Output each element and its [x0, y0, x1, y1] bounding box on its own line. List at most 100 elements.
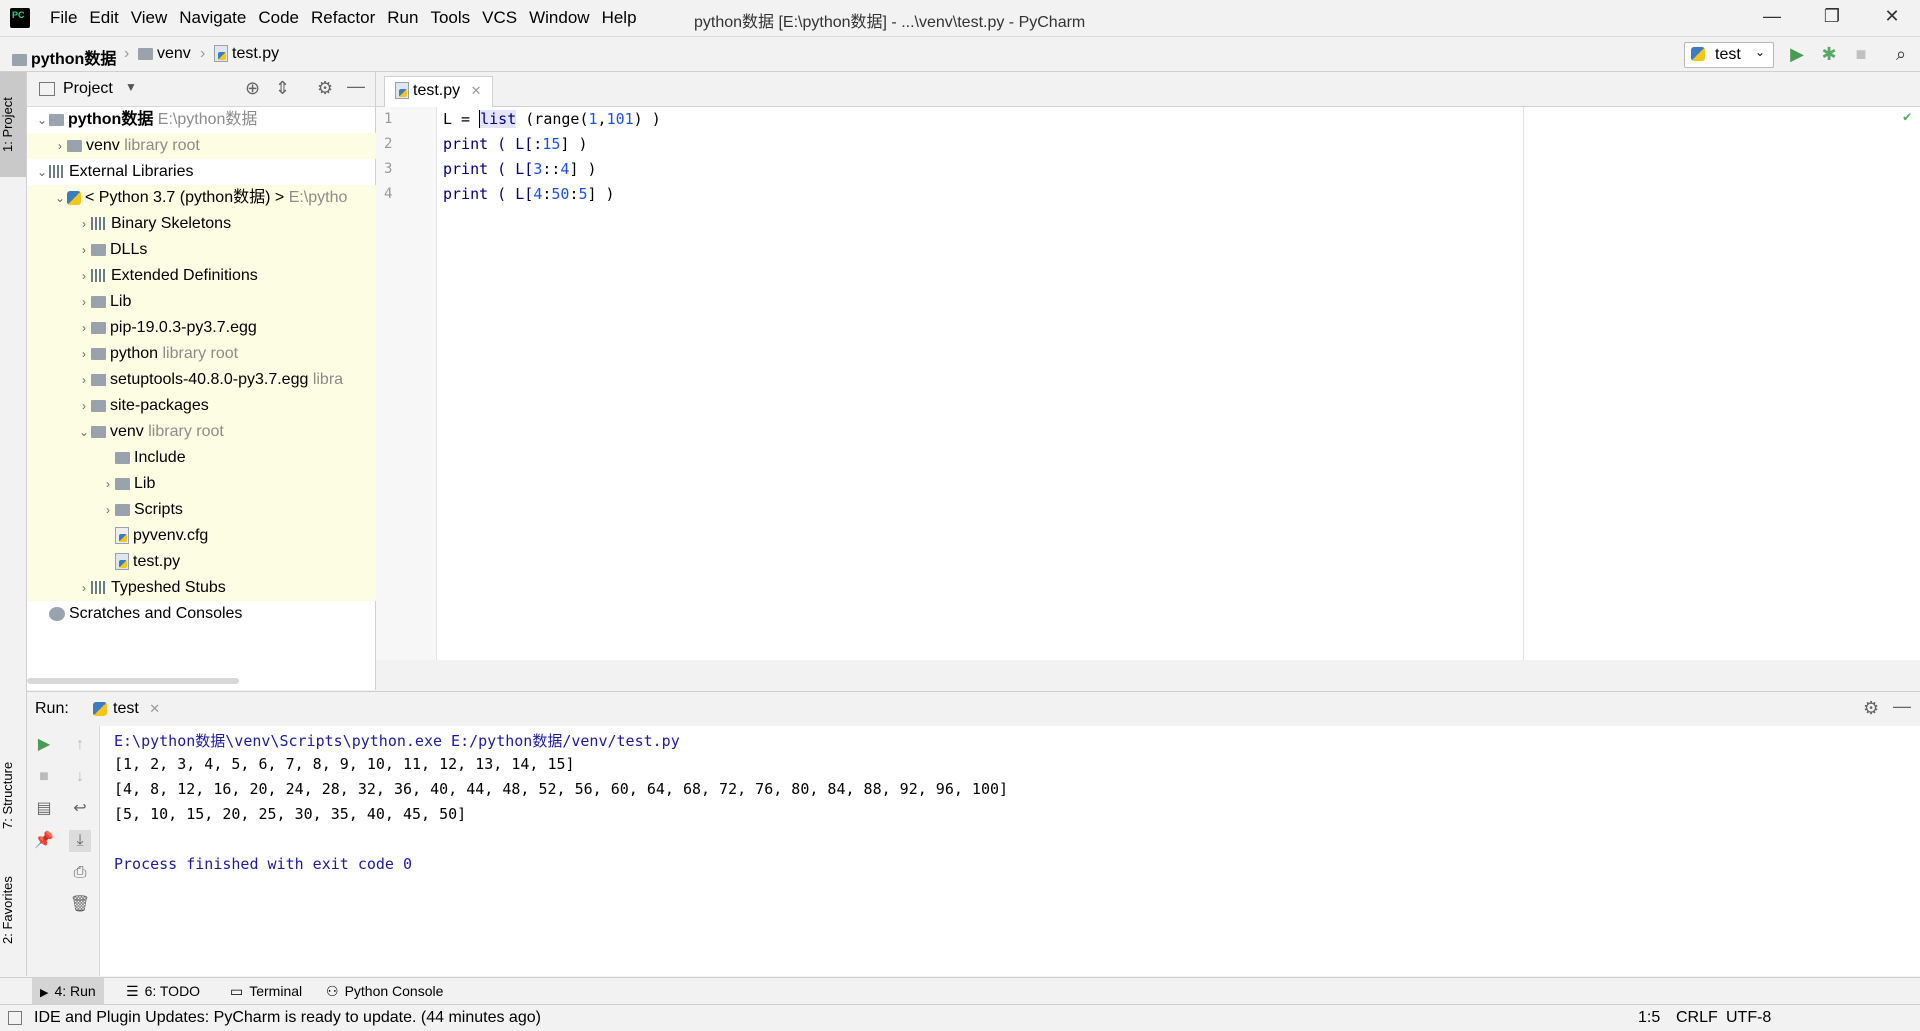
tab-python-console[interactable]: ⚇ Python Console [318, 978, 451, 1004]
tree-item-pip-egg[interactable]: › pip-19.0.3-py3.7.egg [27, 315, 425, 341]
tree-item-extended-definitions[interactable]: › Extended Definitions [27, 263, 425, 289]
folder-icon [91, 347, 106, 360]
collapse-all-icon[interactable]: ⇕ [275, 78, 290, 99]
stop-icon[interactable]: ■ [33, 766, 55, 788]
tree-item-project-root[interactable]: ⌄ python数据 E:\python数据 [27, 107, 383, 133]
minimize-icon[interactable]: — [1760, 6, 1784, 30]
run-configuration-select[interactable]: test ⌄ [1684, 42, 1774, 68]
folder-icon [91, 243, 106, 256]
up-arrow-icon[interactable]: ↑ [69, 734, 91, 756]
tab-run-test[interactable]: test ✕ [93, 700, 160, 718]
tab-project[interactable]: 1: Project [0, 72, 26, 177]
tab-terminal[interactable]: ▭ Terminal [222, 978, 310, 1004]
hide-icon[interactable]: — [347, 76, 365, 97]
menu-view[interactable]: View [129, 8, 178, 28]
status-bar: IDE and Plugin Updates: PyCharm is ready… [0, 1004, 1920, 1031]
editor-tab-bar: test.py ✕ [376, 72, 1920, 110]
down-arrow-icon[interactable]: ↓ [69, 766, 91, 788]
breadcrumb-project[interactable]: python数据 [12, 45, 116, 69]
tab-todo[interactable]: ☰ 6: TODO [118, 978, 208, 1004]
restore-icon[interactable]: ❐ [1820, 6, 1844, 30]
print-icon[interactable]: ⎙ [69, 862, 91, 884]
inspection-ok-icon: ✔ [1903, 109, 1912, 125]
tree-item-lib[interactable]: › Lib [27, 289, 425, 315]
trash-icon[interactable]: 🗑 [69, 894, 91, 916]
soft-wrap-icon[interactable]: ↩ [69, 798, 91, 820]
menu-window[interactable]: Window [527, 8, 599, 28]
breadcrumb-folder[interactable]: venv [138, 45, 191, 63]
chevron-down-icon[interactable]: ▼ [125, 80, 137, 94]
locate-icon[interactable]: ⊕ [245, 78, 260, 99]
folder-icon [91, 425, 106, 438]
menu-tools[interactable]: Tools [428, 8, 480, 28]
folder-icon [115, 451, 130, 464]
run-icon: ▶ [40, 987, 49, 999]
tree-item-venv[interactable]: › venv library root [27, 133, 401, 159]
tree-item-typeshed-stubs[interactable]: › Typeshed Stubs [27, 575, 425, 601]
pin-icon[interactable]: 📌 [33, 830, 55, 852]
tree-item-venv-lib[interactable]: ⌄ venv library root [27, 419, 425, 445]
tab-test-py[interactable]: test.py ✕ [384, 76, 493, 110]
gear-icon[interactable]: ⚙ [317, 78, 333, 99]
tree-item-setuptools-egg[interactable]: › setuptools-40.8.0-py3.7.egg libra [27, 367, 425, 393]
tab-favorites[interactable]: 2: Favorites [0, 860, 26, 960]
code-editor[interactable]: L = list (range(1,101) ) print ( L[:15] … [437, 107, 1920, 660]
run-panel-header: Run: test ✕ ⚙ — [27, 691, 1920, 727]
run-icon[interactable]: ▶ [1786, 43, 1808, 65]
close-tab-icon[interactable]: ✕ [149, 701, 160, 716]
tree-item-python-sdk[interactable]: ⌄ < Python 3.7 (python数据) > E:\pytho [27, 185, 401, 211]
python-icon [1691, 47, 1705, 61]
run-console[interactable]: E:\python数据\venv\Scripts\python.exe E:/p… [100, 726, 1920, 976]
event-log-icon[interactable] [8, 1011, 22, 1025]
file-encoding[interactable]: UTF-8 [1726, 1005, 1771, 1031]
line-separator[interactable]: CRLF [1676, 1005, 1718, 1031]
horizontal-scrollbar[interactable] [27, 678, 239, 684]
tree-item-external-libraries[interactable]: ⌄ External Libraries [27, 159, 383, 185]
code-line: print ( L[4:50:5] ) [443, 185, 615, 203]
gear-icon[interactable]: ⚙ [1863, 698, 1879, 719]
folder-icon [115, 477, 130, 490]
folder-icon [12, 53, 27, 66]
python-console-icon: ⚇ [326, 983, 339, 999]
project-view-select[interactable]: Project [63, 80, 113, 98]
tree-item-dlls[interactable]: › DLLs [27, 237, 425, 263]
chevron-right-icon: › [82, 243, 86, 257]
close-tab-icon[interactable]: ✕ [471, 83, 482, 98]
scroll-to-end-icon[interactable]: ⤓ [69, 830, 91, 852]
layout-icon[interactable]: ▤ [33, 798, 55, 820]
window-title: python数据 [E:\python数据] - ...\venv\test.p… [694, 14, 1086, 31]
tree-item-python[interactable]: › python library root [27, 341, 425, 367]
rerun-icon[interactable]: ▶ [33, 734, 55, 756]
caret-position[interactable]: 1:5 [1638, 1005, 1660, 1031]
menu-vcs[interactable]: VCS [480, 8, 527, 28]
stop-icon[interactable]: ■ [1850, 43, 1872, 65]
search-icon[interactable]: ⌕ [1890, 43, 1912, 65]
status-message[interactable]: IDE and Plugin Updates: PyCharm is ready… [34, 1005, 541, 1031]
tab-run[interactable]: ▶ 4: Run [32, 978, 104, 1004]
breadcrumb-file[interactable]: test.py [214, 45, 279, 63]
console-line: E:\python数据\venv\Scripts\python.exe E:/p… [114, 732, 680, 750]
config-file-icon [115, 527, 129, 545]
terminal-icon: ▭ [230, 983, 244, 999]
console-line: [5, 10, 15, 20, 25, 30, 35, 40, 45, 50] [114, 805, 467, 823]
tree-item-scratches[interactable]: Scratches and Consoles [27, 601, 397, 627]
close-icon[interactable]: ✕ [1880, 6, 1904, 30]
tree-item-binary-skeletons[interactable]: › Binary Skeletons [27, 211, 425, 237]
chevron-right-icon: › [124, 45, 130, 62]
menu-run[interactable]: Run [385, 8, 428, 28]
chevron-right-icon: › [82, 581, 86, 595]
menu-edit[interactable]: Edit [87, 8, 128, 28]
debug-icon[interactable]: ✱ [1818, 43, 1840, 65]
library-icon [49, 165, 65, 179]
hide-icon[interactable]: — [1893, 696, 1911, 717]
menu-navigate[interactable]: Navigate [177, 8, 256, 28]
menu-code[interactable]: Code [256, 8, 309, 28]
tree-item-site-packages[interactable]: › site-packages [27, 393, 425, 419]
chevron-down-icon: ⌄ [1755, 45, 1766, 59]
project-panel-header: Project ▼ ⊕ ⇕ ⚙ — [27, 72, 375, 107]
menu-help[interactable]: Help [600, 8, 647, 28]
menu-refactor[interactable]: Refactor [309, 8, 385, 28]
menu-file[interactable]: File [48, 8, 87, 28]
tab-structure[interactable]: 7: Structure [0, 745, 26, 845]
chevron-right-icon: › [82, 295, 86, 309]
